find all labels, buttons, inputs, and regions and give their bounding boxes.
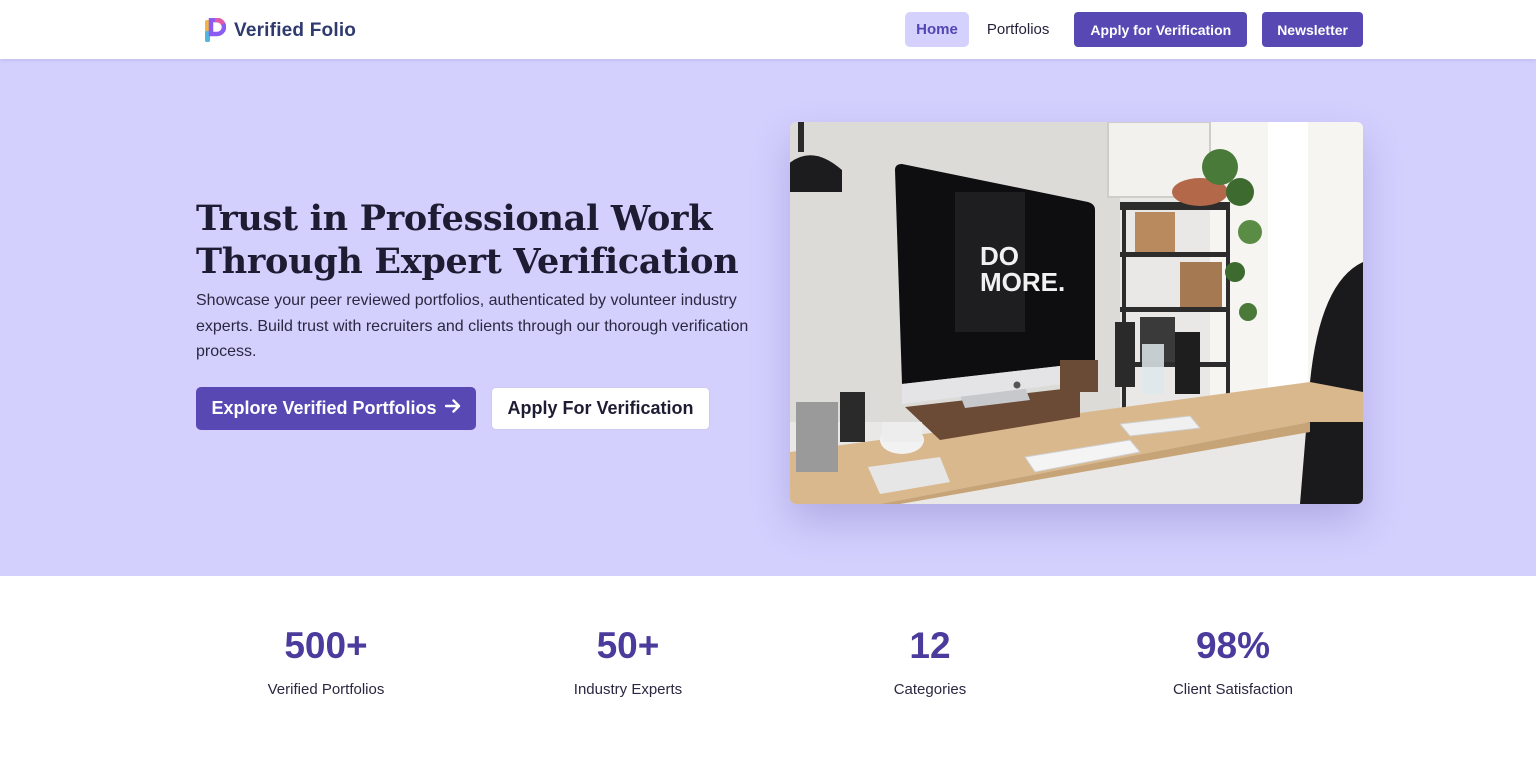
explore-portfolios-button[interactable]: Explore Verified Portfolios (196, 387, 476, 430)
stat-value: 500+ (284, 625, 368, 666)
hero-section: Trust in Professional Work Through Exper… (0, 59, 1536, 576)
hero-actions: Explore Verified Portfolios Apply For Ve… (196, 387, 710, 430)
brand-link[interactable]: Verified Folio (202, 17, 356, 44)
stat-verified-portfolios: 500+ Verified Portfolios (196, 624, 456, 698)
hero-title-line-1: Trust in Professional Work (196, 198, 713, 239)
nav-apply-button[interactable]: Apply for Verification (1074, 12, 1248, 47)
nav-portfolios-link[interactable]: Portfolios (976, 12, 1061, 47)
stat-categories: 12 Categories (800, 624, 1060, 698)
hero-description: Showcase your peer reviewed portfolios, … (196, 292, 749, 360)
stat-client-satisfaction: 98% Client Satisfaction (1103, 624, 1363, 698)
hero-desk-photo: DO MORE. (790, 122, 1363, 504)
stat-label: Industry Experts (573, 681, 683, 698)
nav-menu: Home Portfolios Apply for Verification N… (905, 12, 1363, 47)
stat-label: Client Satisfaction (1172, 681, 1294, 698)
stat-label: Verified Portfolios (267, 681, 385, 698)
nav-home-link[interactable]: Home (905, 12, 969, 47)
hero-photo-text-line-2: MORE. (980, 267, 1065, 297)
arrow-right-icon (444, 397, 461, 420)
hero-title-line-2: Through Expert Verification (196, 241, 739, 282)
top-navbar: Verified Folio Home Portfolios Apply for… (0, 0, 1536, 59)
brand-name: Verified Folio (234, 19, 357, 41)
stats-section: 500+ Verified Portfolios 50+ Industry Ex… (0, 576, 1536, 762)
stat-industry-experts: 50+ Industry Experts (498, 624, 758, 698)
stat-value: 50+ (596, 625, 660, 666)
nav-newsletter-button[interactable]: Newsletter (1262, 12, 1363, 47)
explore-portfolios-label: Explore Verified Portfolios (211, 398, 437, 418)
vf-logo-icon (202, 17, 227, 44)
stat-value: 12 (909, 625, 951, 666)
stat-label: Categories (893, 681, 967, 698)
stat-value: 98% (1195, 625, 1271, 666)
apply-verification-button[interactable]: Apply For Verification (491, 387, 710, 430)
hero-title: Trust in Professional Work Through Exper… (196, 197, 756, 283)
